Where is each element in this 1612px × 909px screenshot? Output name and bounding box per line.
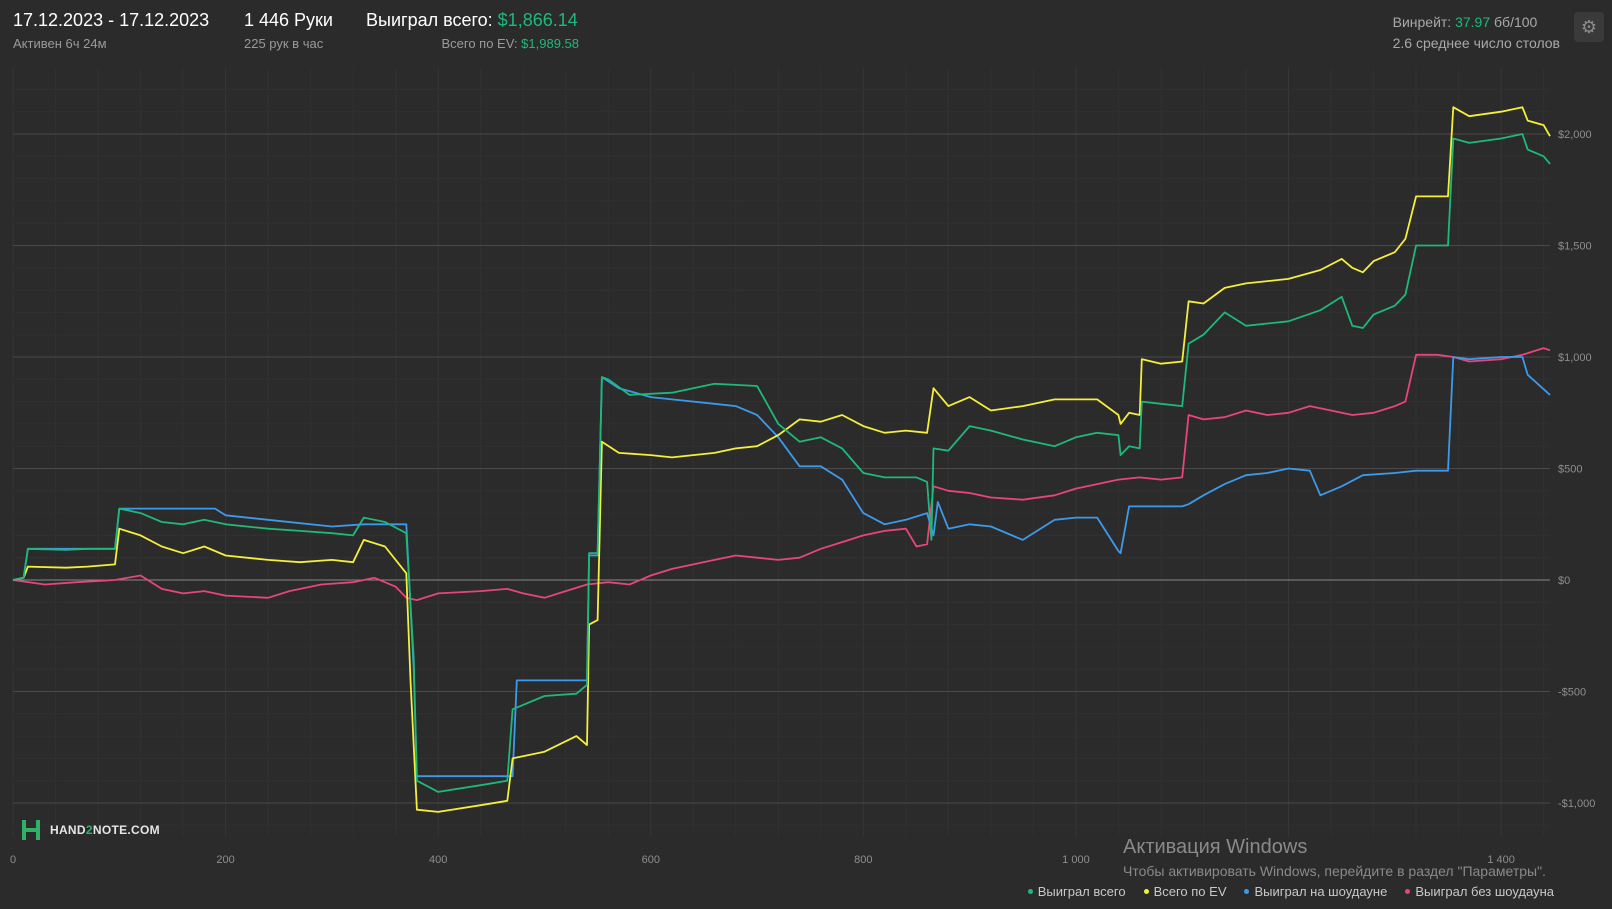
watermark-subtitle: Чтобы активировать Windows, перейдите в … — [1123, 863, 1546, 879]
legend-dot-icon — [1027, 889, 1033, 894]
legend-label: Всего по EV — [1153, 884, 1227, 899]
x-tick-label: 400 — [429, 854, 447, 866]
legend-item-2[interactable]: Выиграл на шоудауне — [1244, 884, 1387, 899]
series-line-0 — [12, 133, 1551, 793]
y-tick-label: -$1,000 — [1558, 798, 1595, 810]
x-tick-label: 800 — [854, 854, 872, 866]
logo-icon — [20, 818, 42, 842]
y-tick-label: $0 — [1558, 575, 1570, 587]
hand2note-logo: HAND2NOTE.COM — [20, 818, 160, 842]
bankroll-chart: -$1,000 -$500 $0 $500 $1,000 $1,500 $2,000 0 200… — [10, 68, 1595, 866]
legend-dot-icon — [1143, 889, 1149, 894]
x-tick-label: 600 — [642, 854, 660, 866]
x-tick-label: 1 000 — [1062, 854, 1090, 866]
chart-legend: Выиграл всего Всего по EV Выиграл на шоуда… — [1027, 884, 1554, 899]
series-line-3 — [12, 347, 1551, 601]
y-tick-label: $1,000 — [1558, 352, 1592, 364]
y-tick-label: $2,000 — [1558, 129, 1592, 141]
legend-dot-icon — [1405, 889, 1411, 894]
x-tick-label: 0 — [10, 854, 16, 866]
legend-item-1[interactable]: Всего по EV — [1143, 884, 1227, 899]
legend-dot-icon — [1244, 889, 1250, 894]
x-tick-label: 200 — [216, 854, 234, 866]
legend-label: Выиграл всего — [1037, 884, 1126, 899]
legend-label: Выиграл без шоудауна — [1415, 884, 1554, 899]
windows-activation-watermark: Активация Windows Чтобы активировать Win… — [1123, 836, 1546, 879]
y-tick-label: -$500 — [1558, 687, 1586, 699]
series-line-1 — [12, 106, 1551, 813]
legend-label: Выиграл на шоудауне — [1254, 884, 1388, 899]
y-tick-label: $1,500 — [1558, 241, 1592, 253]
watermark-title: Активация Windows — [1123, 836, 1308, 858]
y-tick-label: $500 — [1558, 464, 1582, 476]
legend-item-3[interactable]: Выиграл без шоудауна — [1405, 884, 1554, 899]
legend-item-0[interactable]: Выиграл всего — [1027, 884, 1126, 899]
logo-text: HAND2NOTE.COM — [50, 823, 160, 837]
